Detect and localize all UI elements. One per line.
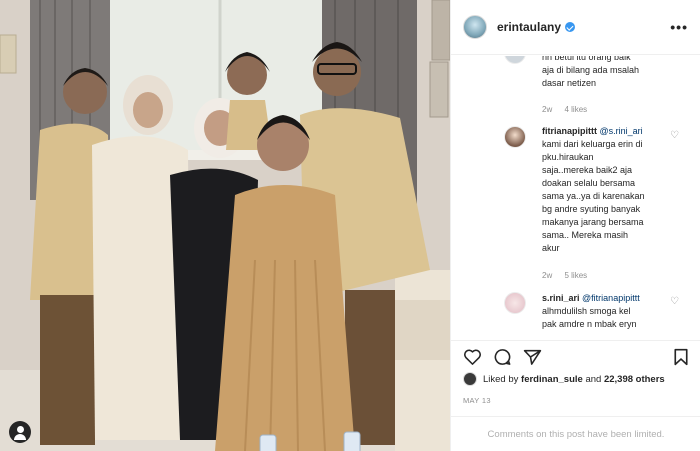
comment-avatar[interactable] (504, 56, 526, 64)
liker-avatar[interactable] (463, 372, 477, 386)
comment-username[interactable]: s.rini_ari (542, 293, 580, 303)
instagram-post: erintaulany ••• nh betul itu orang baik"… (0, 0, 700, 451)
post-photo[interactable] (0, 0, 450, 451)
comment-avatar[interactable] (504, 292, 526, 314)
comment-like-heart-icon[interactable]: ♡ (670, 296, 679, 307)
comment-mention[interactable]: @s.rini_ari (600, 126, 643, 136)
comment-meta: 2w 4 likes (542, 105, 597, 114)
likes-count[interactable]: 22,398 others (604, 374, 665, 385)
author-username[interactable]: erintaulany (497, 20, 561, 34)
post-date[interactable]: MAY 13 (463, 396, 491, 405)
comment-line: sama.. Mereka masih (542, 230, 629, 240)
author-avatar[interactable] (463, 15, 487, 39)
more-options-button[interactable]: ••• (670, 19, 688, 35)
comment-line: pku.hiraukan (542, 152, 594, 162)
verified-badge-icon (565, 22, 576, 32)
likes-joiner: and (585, 373, 602, 385)
likes-prefix: Liked by (483, 373, 519, 385)
comment-line: nh betul itu orang baik" (542, 56, 634, 62)
post-header: erintaulany ••• (451, 0, 700, 55)
comment-line: aja di bilang ada msalah (542, 65, 640, 75)
share-send-icon[interactable] (523, 348, 542, 366)
comment-text: nh betul itu orang baik" aja di bilang a… (542, 56, 664, 90)
comment-line: kami dari keluarga erin di (542, 139, 643, 149)
comment-line: dasar netizen (542, 78, 597, 88)
comment-username[interactable]: fitrianapipittt (542, 126, 597, 136)
comment-line: makanya jarang bersama (542, 217, 644, 227)
comment-line: saja..mereka baik2 aja (542, 165, 633, 175)
liker-username[interactable]: ferdinan_sule (521, 374, 583, 385)
likes-summary: Liked by ferdinan_sule and 22,398 others (463, 372, 693, 386)
comment-line: sama ya..ya di karenakan (542, 191, 645, 201)
comment-text: s.rini_ari @fitrianapipittt alhmdulilsh … (542, 292, 664, 331)
comment-meta: 2w 5 likes (542, 271, 597, 280)
post-side-panel: erintaulany ••• nh betul itu orang baik"… (450, 0, 700, 451)
comments-limited-notice: Comments on this post have been limited. (451, 416, 700, 451)
comment-age[interactable]: 2w (542, 105, 552, 114)
like-heart-icon[interactable] (463, 348, 482, 366)
comments-list[interactable]: nh betul itu orang baik" aja di bilang a… (451, 56, 700, 340)
comment-mention[interactable]: @fitrianapipittt (582, 293, 640, 303)
comment-likes[interactable]: 4 likes (564, 105, 587, 114)
comment-text: fitrianapipittt @s.rini_ari kami dari ke… (542, 125, 664, 255)
comment-likes[interactable]: 5 likes (564, 271, 587, 280)
comment-line: pak amdre n mbak eryn (542, 319, 637, 329)
comment-bubble-icon[interactable] (493, 348, 512, 366)
comment-age[interactable]: 2w (542, 271, 552, 280)
comment-line: bg andre syuting banyak (542, 204, 641, 214)
tagged-user-icon[interactable] (9, 421, 31, 443)
comment-line: alhmdulilsh smoga kel (542, 306, 631, 316)
family-photo-illustration (0, 0, 450, 451)
comment-like-heart-icon[interactable]: ♡ (670, 130, 679, 141)
comment-line: akur (542, 243, 560, 253)
comment-avatar[interactable] (504, 126, 526, 148)
comment-line: doakan selalu bersama (542, 178, 636, 188)
save-bookmark-icon[interactable] (673, 348, 689, 366)
post-actions (451, 340, 700, 374)
